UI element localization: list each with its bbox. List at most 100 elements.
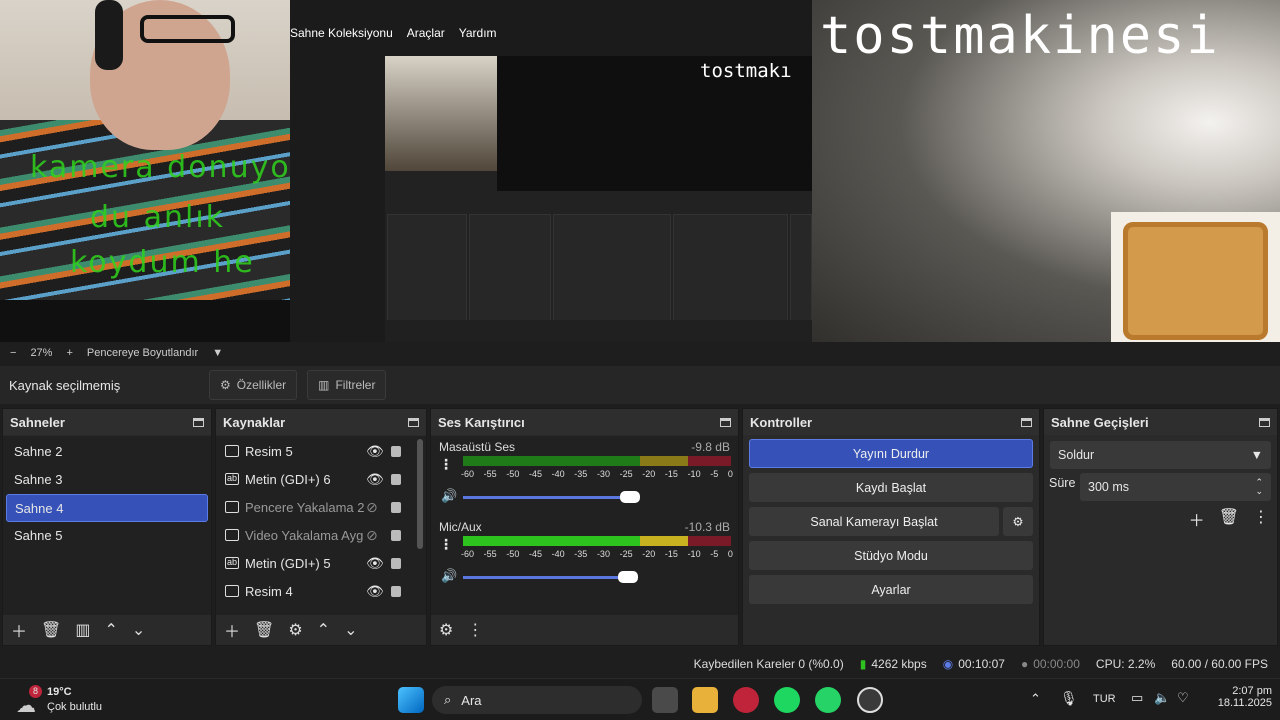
spotify-icon[interactable] [774, 687, 800, 713]
lock-icon[interactable] [391, 585, 401, 597]
add-icon[interactable]: ＋ [224, 618, 240, 642]
text-icon: ab [225, 557, 239, 569]
source-item[interactable]: ab Metin (GDI+) 5 👁 [216, 549, 426, 577]
search-box[interactable]: ⌕ Ara [432, 686, 642, 714]
speaker-icon[interactable]: 🔊 [441, 568, 457, 584]
fit-to-window-label[interactable]: Pencereye Boyutlandır [87, 347, 198, 359]
zoom-out-button[interactable]: − [10, 347, 16, 359]
spinner-icon[interactable]: ⌃ ⌄ [1255, 478, 1263, 496]
eye-icon[interactable]: 👁 [366, 471, 384, 488]
start-record-button[interactable]: Kaydı Başlat [749, 473, 1033, 502]
task-view-icon[interactable] [652, 687, 678, 713]
image-icon [225, 585, 239, 597]
filters-button[interactable]: ▥ Filtreler [307, 370, 387, 400]
source-item[interactable]: Video Yakalama Ayg ⊘ [216, 521, 426, 549]
arrow-down-icon[interactable]: ⌄ [132, 620, 145, 640]
add-icon[interactable]: ＋ [1189, 507, 1205, 531]
eye-hidden-icon[interactable]: ⊘ [366, 499, 378, 516]
meter-tick-label: -5 [710, 469, 719, 479]
eye-icon[interactable]: 👁 [366, 583, 384, 600]
eye-hidden-icon[interactable]: ⊘ [366, 527, 378, 544]
gear-icon[interactable]: ⚙ [288, 620, 302, 640]
trash-icon[interactable]: 🗑 [41, 620, 61, 640]
virtual-camera-button[interactable]: Sanal Kamerayı Başlat [749, 507, 999, 536]
source-item[interactable]: ab Metin (GDI+) 6 👁 [216, 465, 426, 493]
arrow-down-icon[interactable]: ⌄ [344, 620, 357, 640]
trash-icon[interactable]: 🗑 [254, 620, 274, 640]
source-item[interactable]: Resim 4 👁 [216, 577, 426, 605]
chevron-up-icon[interactable]: ⌃ [1030, 691, 1041, 707]
controls-dock: Kontroller Yayını Durdur Kaydı Başlat Sa… [742, 408, 1040, 646]
obs-icon[interactable] [857, 687, 883, 713]
volume-slider[interactable] [463, 571, 638, 583]
meter-tick-label: -60 [461, 469, 475, 479]
meter-ticks: -60 -55 -50 -45 -40 -35 -30 -25 -20 -15 -10 -5 0 [461, 549, 733, 559]
volume-slider[interactable] [463, 491, 641, 503]
zoom-in-button[interactable]: + [66, 347, 72, 359]
weather-temp: 19°C [47, 686, 72, 698]
meter-tick-label: -45 [528, 469, 542, 479]
channel-menu-icon[interactable]: ⋮ [439, 456, 453, 473]
scene-item-selected[interactable]: Sahne 4 [6, 494, 208, 522]
source-item[interactable]: Pencere Yakalama 2 ⊘ [216, 493, 426, 521]
windows-start-icon[interactable] [398, 687, 424, 713]
undock-icon[interactable] [408, 417, 419, 427]
arrow-up-icon[interactable]: ⌃ [104, 620, 117, 640]
eye-icon[interactable]: 👁 [366, 555, 384, 572]
lock-icon[interactable] [391, 529, 401, 541]
microphone-icon[interactable]: 🎙 [1060, 690, 1078, 707]
transition-select[interactable]: Soldur ▼ [1050, 441, 1271, 469]
input-language[interactable]: TUR [1093, 693, 1116, 705]
channel-db: -9.8 dB [691, 440, 730, 454]
lock-icon[interactable] [391, 445, 401, 457]
lock-icon[interactable] [391, 501, 401, 513]
time: 2:07 pm [1232, 685, 1272, 697]
meter-tick-label: 0 [727, 549, 733, 559]
menu-dots-icon[interactable]: ⋮ [467, 620, 483, 640]
channel-name: Masaüstü Ses [439, 440, 516, 454]
lock-icon[interactable] [391, 473, 401, 485]
chevron-down-icon[interactable]: ▼ [212, 347, 223, 359]
trash-icon[interactable]: 🗑 [1219, 507, 1239, 531]
file-explorer-icon[interactable] [692, 687, 718, 713]
meter-tick-label: -30 [596, 549, 610, 559]
undock-icon[interactable] [193, 417, 204, 427]
battery-icon[interactable]: ♡ [1177, 690, 1189, 706]
channel-menu-icon[interactable]: ⋮ [439, 536, 453, 553]
volume-meter [463, 456, 731, 466]
filter-icon[interactable]: ▥ [75, 620, 90, 640]
whatsapp-icon[interactable] [815, 687, 841, 713]
arrow-up-icon[interactable]: ⌃ [317, 620, 330, 640]
preview-canvas[interactable]: kamera donuyo du anlık koydum he Sahne K… [0, 0, 1280, 342]
clock[interactable]: 2:07 pm 18.11.2025 [1200, 685, 1272, 709]
meter-tick-label: -35 [574, 549, 588, 559]
speaker-icon[interactable]: 🔊 [441, 488, 457, 504]
advanced-audio-icon[interactable]: ⚙ [439, 620, 453, 640]
menu-dots-icon[interactable]: ⋮ [1253, 507, 1269, 531]
volume-icon[interactable]: 🔈 [1154, 690, 1170, 706]
scene-item[interactable]: Sahne 3 [6, 466, 208, 494]
scrollbar[interactable] [417, 439, 423, 549]
properties-button[interactable]: ⚙ Özellikler [209, 370, 298, 400]
scene-item[interactable]: Sahne 2 [6, 438, 208, 466]
source-item[interactable]: Resim 5 👁 [216, 437, 426, 465]
undock-icon[interactable] [720, 417, 731, 427]
stop-stream-button[interactable]: Yayını Durdur [749, 439, 1033, 468]
eye-icon[interactable]: 👁 [366, 443, 384, 460]
stream-time: 00:10:07 [958, 657, 1005, 671]
gear-icon[interactable]: ⚙ [1003, 507, 1033, 536]
weather-widget[interactable]: ☁ 8 [16, 685, 44, 717]
opera-icon[interactable] [733, 687, 759, 713]
meter-tick-label: -5 [710, 549, 719, 559]
undock-icon[interactable] [1259, 417, 1270, 427]
meter-tick-label: -50 [506, 549, 520, 559]
lock-icon[interactable] [391, 557, 401, 569]
add-icon[interactable]: ＋ [11, 618, 27, 642]
studio-mode-button[interactable]: Stüdyo Modu [749, 541, 1033, 570]
network-icon[interactable]: ▭ [1131, 690, 1143, 706]
duration-input[interactable]: 300 ms ⌃ ⌄ [1080, 473, 1271, 501]
meter-tick-label: -10 [687, 469, 701, 479]
undock-icon[interactable] [1021, 417, 1032, 427]
settings-button[interactable]: Ayarlar [749, 575, 1033, 604]
scene-item[interactable]: Sahne 5 [6, 522, 208, 550]
